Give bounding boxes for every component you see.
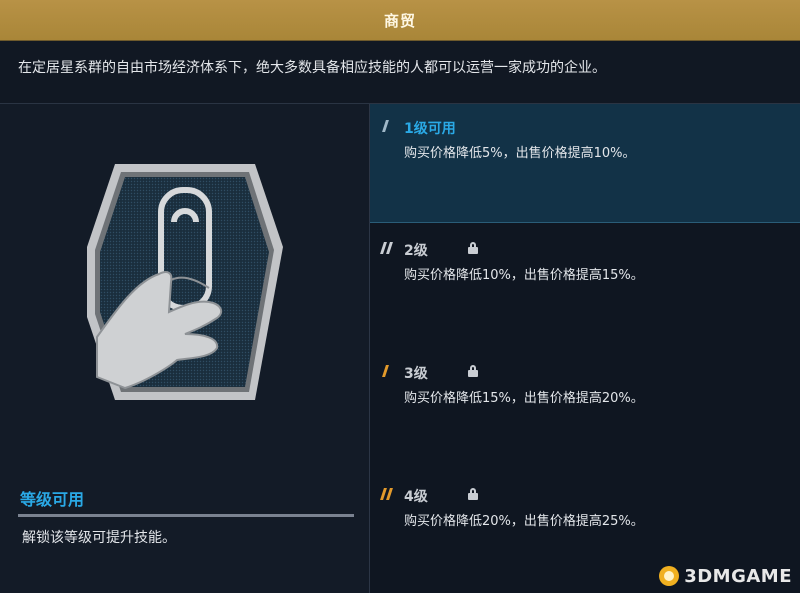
lock-icon	[468, 242, 478, 254]
level-1-tick-icon	[382, 120, 398, 132]
level-4-description: 购买价格降低20%，出售价格提高25%。	[404, 514, 644, 529]
level-status-title: 等级可用	[20, 490, 85, 509]
level-status-description: 解锁该等级可提升技能。	[22, 530, 176, 546]
level-4-name: 4级	[404, 489, 428, 505]
level-1-name: 1级可用	[404, 121, 456, 137]
skill-level-1[interactable]: 1级可用 购买价格降低5%，出售价格提高10%。	[370, 104, 800, 223]
skill-level-2[interactable]: 2级 购买价格降低10%，出售价格提高15%。	[370, 226, 800, 344]
skill-description-panel: 在定居星系群的自由市场经济体系下，绝大多数具备相应技能的人都可以运营一家成功的企…	[0, 41, 800, 104]
level-1-description: 购买价格降低5%，出售价格提高10%。	[404, 146, 636, 161]
level-2-tick-icon	[380, 242, 398, 254]
level-3-name: 3级	[404, 366, 428, 382]
watermark-logo-icon	[659, 566, 680, 586]
watermark-text: 3DMGAME	[684, 565, 792, 587]
skill-levels-panel: 1级可用 购买价格降低5%，出售价格提高10%。 2级 购买价格降低10%，出售…	[370, 104, 800, 593]
lock-icon	[468, 488, 478, 500]
level-3-description: 购买价格降低15%，出售价格提高20%。	[404, 391, 644, 406]
level-3-tick-icon	[382, 365, 398, 377]
hand-holding-card-icon	[87, 164, 283, 400]
skill-title-bar: 商贸	[0, 0, 800, 41]
level-status-divider	[18, 514, 354, 517]
level-2-name: 2级	[404, 243, 428, 259]
skill-title: 商贸	[383, 11, 416, 30]
level-4-tick-icon	[380, 488, 398, 500]
skill-description: 在定居星系群的自由市场经济体系下，绝大多数具备相应技能的人都可以运营一家成功的企…	[18, 60, 606, 76]
skill-level-3[interactable]: 3级 购买价格降低15%，出售价格提高20%。	[370, 349, 800, 467]
skill-emblem-panel: 等级可用 解锁该等级可提升技能。	[0, 104, 370, 593]
watermark: 3DMGAME	[658, 565, 792, 587]
lock-icon	[468, 365, 478, 377]
level-2-description: 购买价格降低10%，出售价格提高15%。	[404, 268, 644, 283]
